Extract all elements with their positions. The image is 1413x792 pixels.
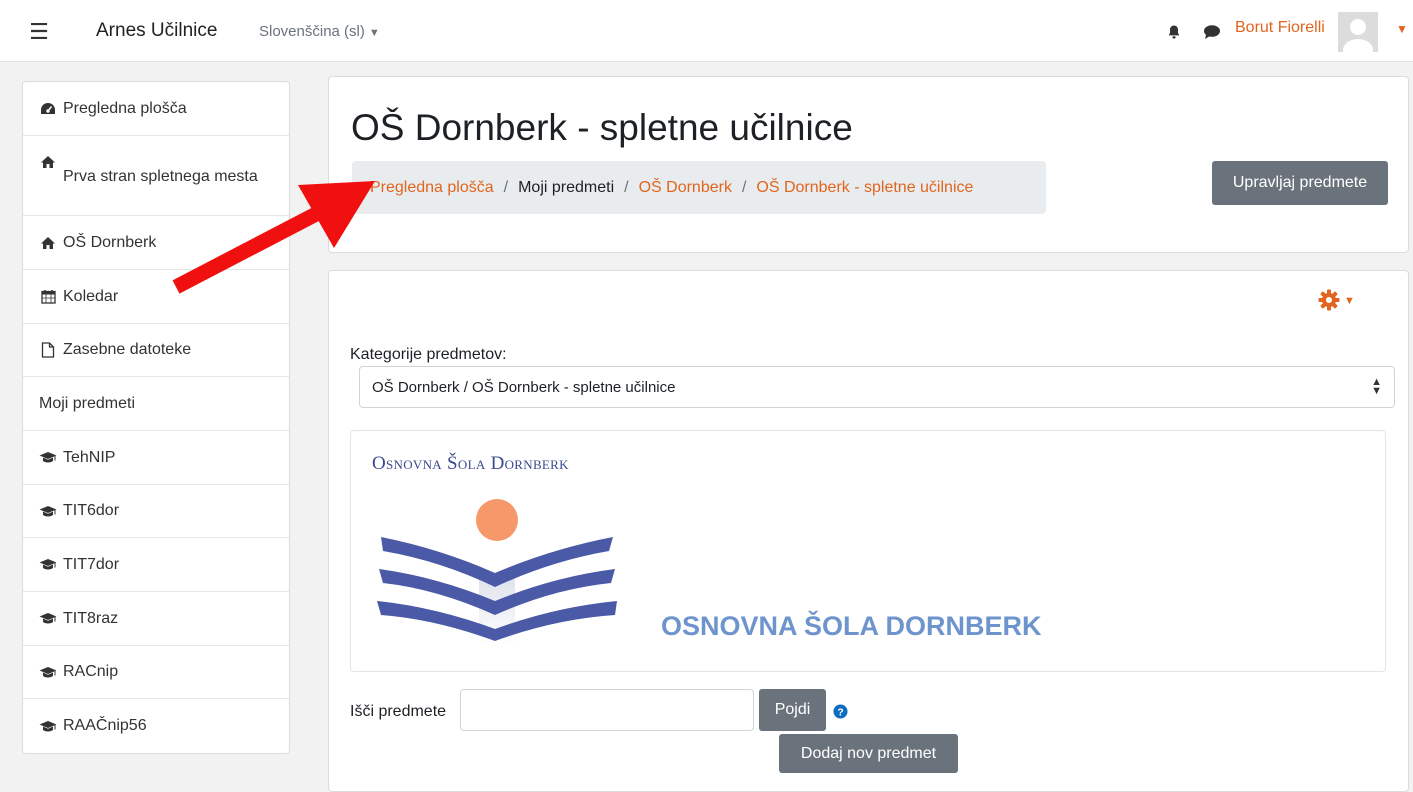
user-avatar-icon — [1338, 12, 1378, 52]
chevron-down-icon[interactable]: ▼ — [1344, 295, 1355, 307]
sidebar-item-course[interactable]: TIT6dor — [23, 485, 289, 538]
sidebar-item-label: Koledar — [63, 287, 119, 305]
sidebar-item-os-dornberk[interactable]: OŠ Dornberk — [23, 216, 289, 270]
search-go-button[interactable]: Pojdi — [759, 689, 826, 731]
language-label: Slovenščina (sl) — [259, 23, 365, 40]
card-content-layer: ▼ Kategorije predmetov: OŠ Dornberk / OŠ… — [328, 76, 1409, 791]
sidebar-item-calendar[interactable]: Koledar — [23, 270, 289, 324]
sidebar-item-label: Zasebne datoteke — [63, 341, 192, 358]
sidebar-item-course[interactable]: TIT7dor — [23, 538, 289, 592]
user-name[interactable]: Borut Fiorelli — [1235, 19, 1325, 37]
graduation-cap-icon — [39, 718, 57, 734]
home-icon — [39, 235, 57, 251]
sidebar-item-dashboard[interactable]: Pregledna plošča — [23, 82, 289, 136]
chat-icon[interactable] — [1203, 24, 1221, 40]
sidebar-item-site-home[interactable]: Prva stran spletnega mesta — [23, 136, 289, 216]
school-logo-icon — [377, 499, 617, 645]
language-menu[interactable]: Slovenščina (sl) ▼ — [259, 23, 380, 40]
category-description-image: Osnovna Šola Dornberk OSNOVNA ŠOLA DORNB… — [350, 430, 1386, 672]
category-select[interactable]: OŠ Dornberk / OŠ Dornberk - spletne učil… — [359, 366, 1395, 408]
graduation-cap-icon — [39, 503, 57, 519]
sidebar-item-label: OŠ Dornberk — [63, 233, 157, 251]
gear-icon[interactable] — [1318, 289, 1340, 311]
user-menu-chevron-icon[interactable]: ▼ — [1396, 22, 1408, 36]
bell-icon[interactable] — [1166, 24, 1182, 40]
category-label: Kategorije predmetov: — [350, 346, 507, 363]
sidebar-item-label: TIT8raz — [63, 609, 119, 627]
svg-text:?: ? — [837, 707, 843, 718]
category-select-value: OŠ Dornberk / OŠ Dornberk - spletne učil… — [372, 378, 676, 396]
sidebar-item-course[interactable]: RAAČnip56 — [23, 699, 289, 753]
file-icon — [39, 342, 57, 358]
sidebar-item-label: Pregledna plošča — [63, 99, 187, 117]
sidebar-item-label: Moji predmeti — [39, 394, 136, 412]
menu-toggle-icon[interactable]: ☰ — [22, 18, 56, 46]
calendar-icon — [39, 289, 57, 305]
search-courses-input[interactable] — [460, 689, 754, 731]
sidebar-item-private-files[interactable]: Zasebne datoteke — [23, 324, 289, 377]
sidebar-item-course[interactable]: TehNIP — [23, 431, 289, 485]
sidebar-item-label: RAAČnip56 — [63, 717, 147, 734]
avatar[interactable] — [1338, 12, 1378, 52]
graduation-cap-icon — [39, 664, 57, 680]
top-navbar: ☰ Arnes Učilnice Slovenščina (sl) ▼ Borut… — [0, 0, 1413, 62]
sidebar-item-my-courses[interactable]: Moji predmeti — [23, 377, 289, 431]
graduation-cap-icon — [39, 557, 57, 573]
sidebar-item-label: Prva stran spletnega mesta — [63, 167, 258, 185]
sidebar-item-label: TIT6dor — [63, 502, 120, 519]
sidebar-item-course[interactable]: TIT8raz — [23, 592, 289, 646]
graduation-cap-icon — [39, 450, 57, 466]
graduation-cap-icon — [39, 611, 57, 627]
school-logo-small-text: Osnovna Šola Dornberk — [372, 453, 569, 474]
home-icon — [39, 154, 57, 170]
help-icon[interactable]: ? — [833, 704, 848, 719]
school-logo-big-text: OSNOVNA ŠOLA DORNBERK — [661, 611, 1042, 641]
sidebar-item-course[interactable]: RACnip — [23, 646, 289, 699]
sidebar-item-label: TehNIP — [63, 448, 116, 466]
sidebar-item-label: RACnip — [63, 663, 119, 680]
select-arrows-icon: ▲ ▼ — [1371, 376, 1382, 397]
site-brand[interactable]: Arnes Učilnice — [96, 20, 217, 42]
search-courses-label: Išči predmete — [350, 703, 447, 720]
dashboard-icon — [39, 101, 57, 117]
add-course-button[interactable]: Dodaj nov predmet — [779, 734, 958, 773]
sidebar-item-label: TIT7dor — [63, 555, 120, 573]
sidebar-nav: Pregledna plošča Prva stran spletnega me… — [22, 81, 290, 754]
chevron-down-icon: ▼ — [368, 27, 380, 39]
